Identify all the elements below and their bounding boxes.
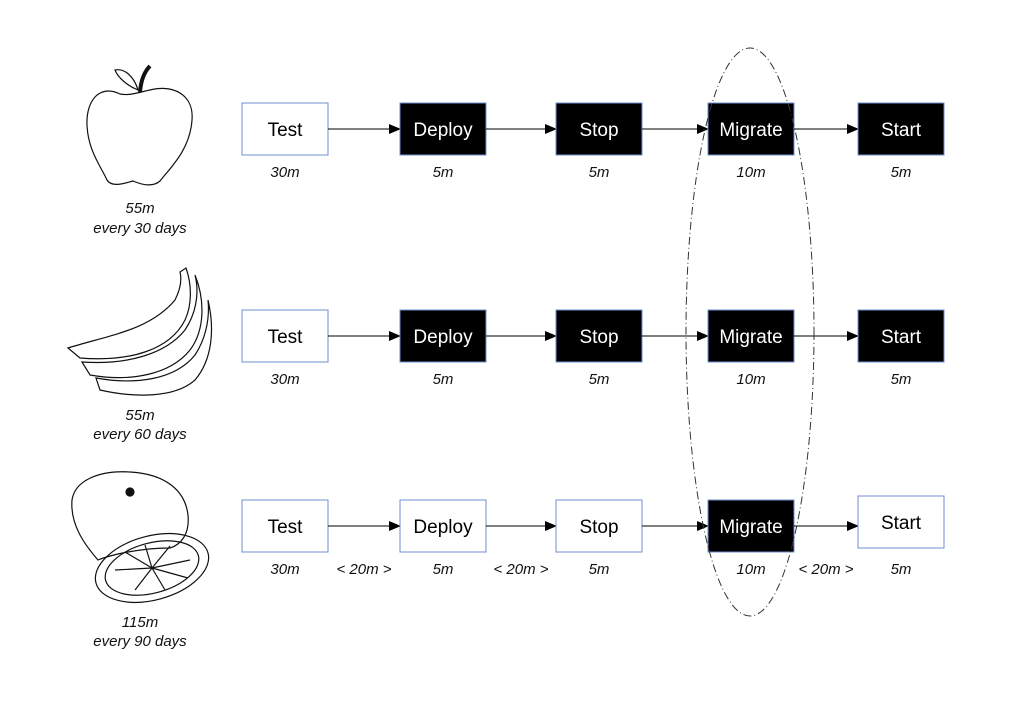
banana-icon [66, 267, 213, 396]
step-label: Stop [579, 327, 618, 348]
step-duration-label: 5m [433, 164, 454, 181]
step-label: Start [881, 120, 922, 141]
step-duration-label: 30m [270, 164, 299, 181]
gap-duration-label: < 20m > [493, 561, 548, 578]
step-duration-label: 5m [589, 164, 610, 181]
step-label: Test [268, 517, 304, 538]
step-duration-label: 10m [736, 164, 765, 181]
step-duration-label: 5m [433, 561, 454, 578]
step-duration-label: 10m [736, 371, 765, 388]
apple-icon [86, 64, 193, 186]
gap-duration-label: < 20m > [798, 561, 853, 578]
total-duration-label: 115m [122, 614, 158, 631]
step-label: Test [268, 120, 304, 141]
step-duration-label: 5m [891, 164, 912, 181]
step-duration-label: 5m [433, 371, 454, 388]
migration-schedule-diagram: 55m every 30 days Test 30m Deploy 5m Stop 5m Mig… [66, 47, 945, 650]
frequency-label: every 60 days [93, 426, 187, 443]
step-label: Deploy [413, 517, 473, 538]
step-duration-label: 5m [589, 561, 610, 578]
step-label: Migrate [719, 517, 782, 538]
frequency-label: every 30 days [93, 220, 187, 237]
step-label: Migrate [719, 120, 782, 141]
total-duration-label: 55m [125, 200, 154, 217]
step-label: Test [268, 327, 304, 348]
step-duration-label: 5m [589, 371, 610, 388]
step-label: Deploy [413, 327, 473, 348]
step-duration-label: 10m [736, 561, 765, 578]
orange-icon [71, 471, 210, 603]
step-duration-label: 5m [891, 371, 912, 388]
step-duration-label: 30m [270, 371, 299, 388]
gap-duration-label: < 20m > [336, 561, 391, 578]
step-duration-label: 5m [891, 561, 912, 578]
step-label: Stop [579, 120, 618, 141]
step-duration-label: 30m [270, 561, 299, 578]
step-label: Start [881, 327, 922, 348]
step-label: Stop [579, 517, 618, 538]
step-label: Start [881, 513, 922, 534]
step-label: Deploy [413, 120, 473, 141]
step-label: Migrate [719, 327, 782, 348]
total-duration-label: 55m [125, 407, 154, 424]
frequency-label: every 90 days [93, 633, 187, 650]
